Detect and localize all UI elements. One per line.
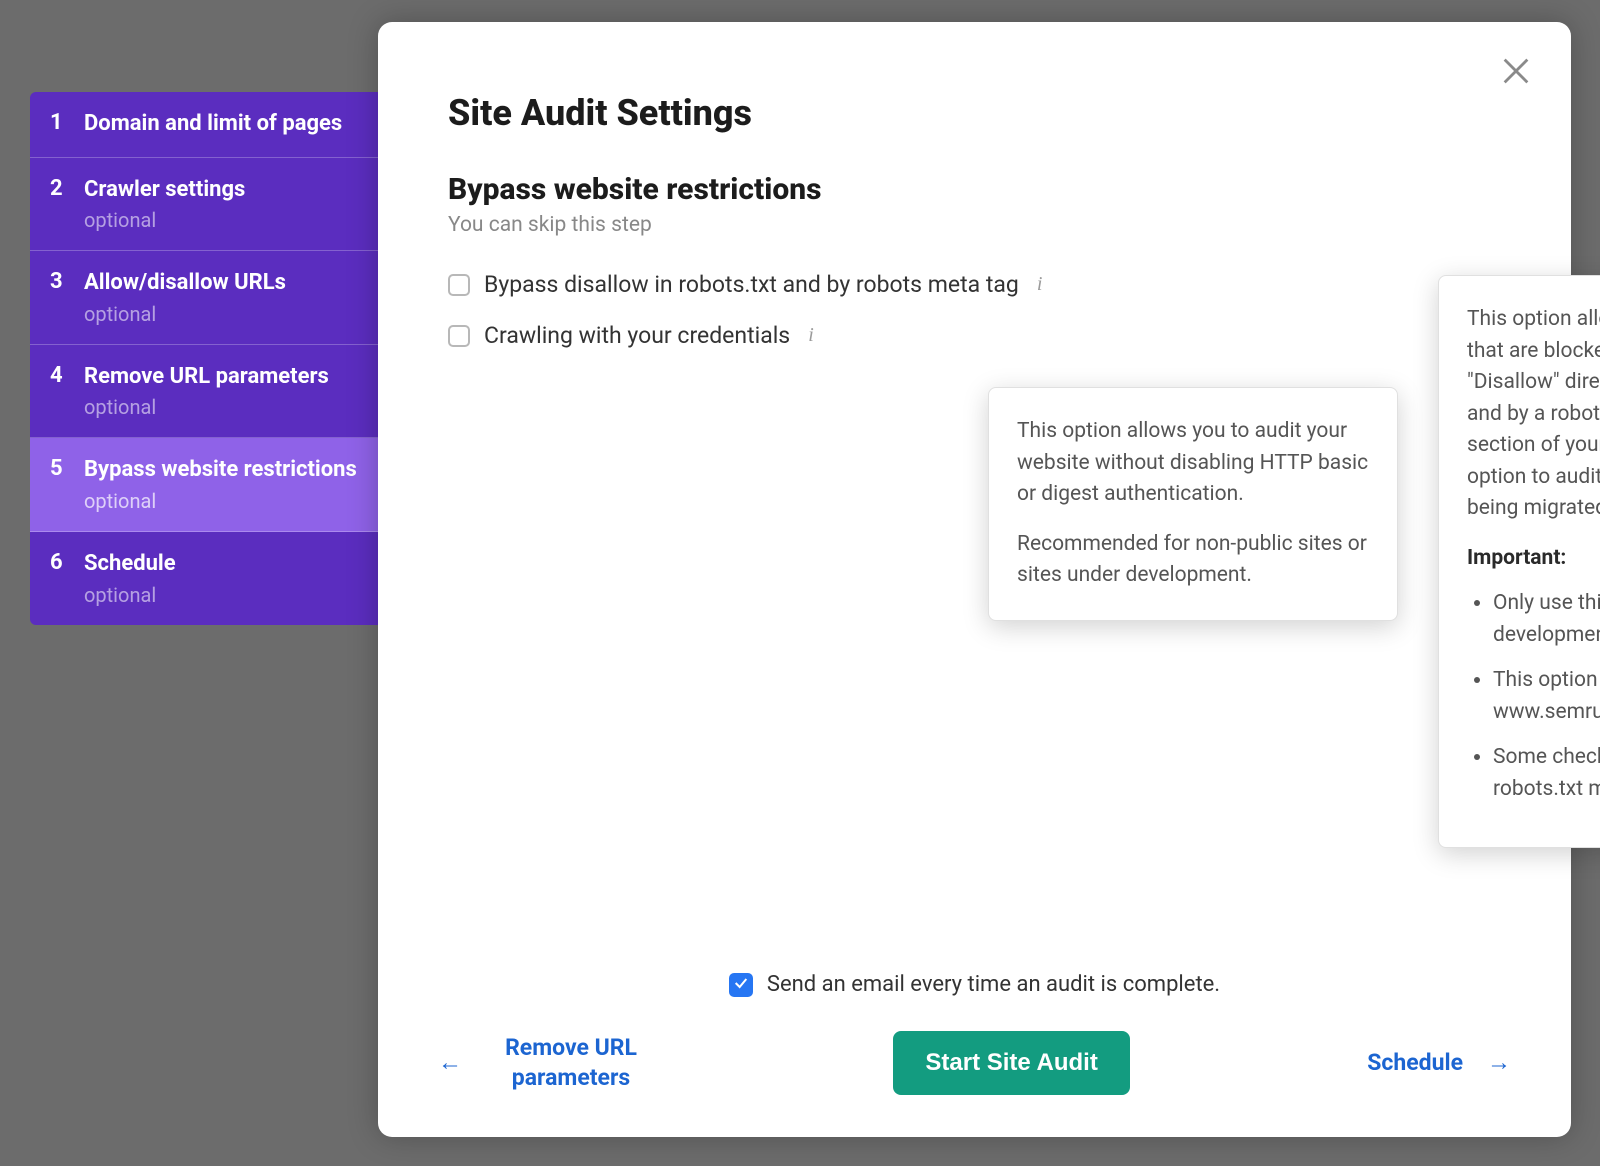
step-title: Bypass website restrictions [84,456,360,485]
step-number: 5 [50,456,84,481]
step-allow-disallow-urls[interactable]: 3 Allow/disallow URLs optional [30,251,380,345]
option-crawl-credentials: Crawling with your credentials i [448,322,1501,349]
start-audit-button[interactable]: Start Site Audit [893,1031,1129,1095]
dialog-title: Site Audit Settings [448,92,1501,134]
tooltip-important-label: Important: [1467,543,1600,575]
back-link[interactable]: ← Remove URL parameters [438,1033,656,1093]
arrow-right-icon: → [1487,1047,1511,1078]
checkbox-crawl-credentials[interactable] [448,325,470,347]
next-link[interactable]: Schedule → [1367,1047,1511,1078]
step-number: 3 [50,269,84,294]
footer-nav: ← Remove URL parameters Start Site Audit… [438,1031,1511,1095]
info-icon[interactable]: i [804,324,818,347]
step-remove-url-parameters[interactable]: 4 Remove URL parameters optional [30,345,380,439]
check-icon [733,975,749,995]
section-subtitle: You can skip this step [448,213,1501,237]
step-optional-label: optional [84,395,360,419]
next-link-label: Schedule [1367,1048,1463,1078]
dialog-footer: Send an email every time an audit is com… [438,972,1511,1095]
tooltip-bullet-list: Only use this option for sites under dev… [1467,588,1600,805]
email-notify-row: Send an email every time an audit is com… [438,972,1511,997]
tooltip-bullet: This option will affect all www.semrush.… [1493,665,1600,728]
settings-dialog: Site Audit Settings Bypass website restr… [378,22,1571,1137]
step-title: Allow/disallow URLs [84,269,360,298]
step-optional-label: optional [84,302,360,326]
section-title: Bypass website restrictions [448,172,1501,207]
step-number: 4 [50,363,84,388]
tooltip-bullet: Some checks regarding your robots.txt ma… [1493,742,1600,805]
wizard-sidebar: 1 Domain and limit of pages 2 Crawler se… [30,92,380,625]
step-schedule[interactable]: 6 Schedule optional [30,532,380,625]
step-title: Domain and limit of pages [84,110,360,139]
option-bypass-robots: Bypass disallow in robots.txt and by rob… [448,271,1501,298]
step-bypass-restrictions[interactable]: 5 Bypass website restrictions optional [30,438,380,532]
step-domain-limit[interactable]: 1 Domain and limit of pages [30,92,380,158]
step-crawler-settings[interactable]: 2 Crawler settings optional [30,158,380,252]
tooltip-bullet: Only use this option for sites under dev… [1493,588,1600,651]
step-title: Crawler settings [84,176,360,205]
step-title: Remove URL parameters [84,363,360,392]
option-label: Bypass disallow in robots.txt and by rob… [484,271,1019,298]
step-number: 2 [50,176,84,201]
tooltip-credentials: This option allows you to audit your web… [988,387,1398,621]
tooltip-text: Recommended for non-public sites or site… [1017,529,1375,592]
close-button[interactable] [1499,54,1533,88]
step-optional-label: optional [84,208,360,232]
email-notify-label: Send an email every time an audit is com… [767,972,1220,997]
step-optional-label: optional [84,583,360,607]
tooltip-text: This option allows you to audit pages th… [1467,304,1600,525]
tooltip-text: This option allows you to audit your web… [1017,416,1375,511]
checkbox-bypass-robots[interactable] [448,274,470,296]
step-number: 6 [50,550,84,575]
back-link-label: Remove URL parameters [486,1033,656,1093]
checkbox-email-notify[interactable] [729,973,753,997]
step-optional-label: optional [84,489,360,513]
option-label: Crawling with your credentials [484,322,790,349]
step-number: 1 [50,110,84,135]
close-icon [1499,73,1533,92]
arrow-left-icon: ← [438,1047,462,1078]
step-title: Schedule [84,550,360,579]
info-icon[interactable]: i [1033,273,1047,296]
tooltip-robots: This option allows you to audit pages th… [1438,275,1600,848]
